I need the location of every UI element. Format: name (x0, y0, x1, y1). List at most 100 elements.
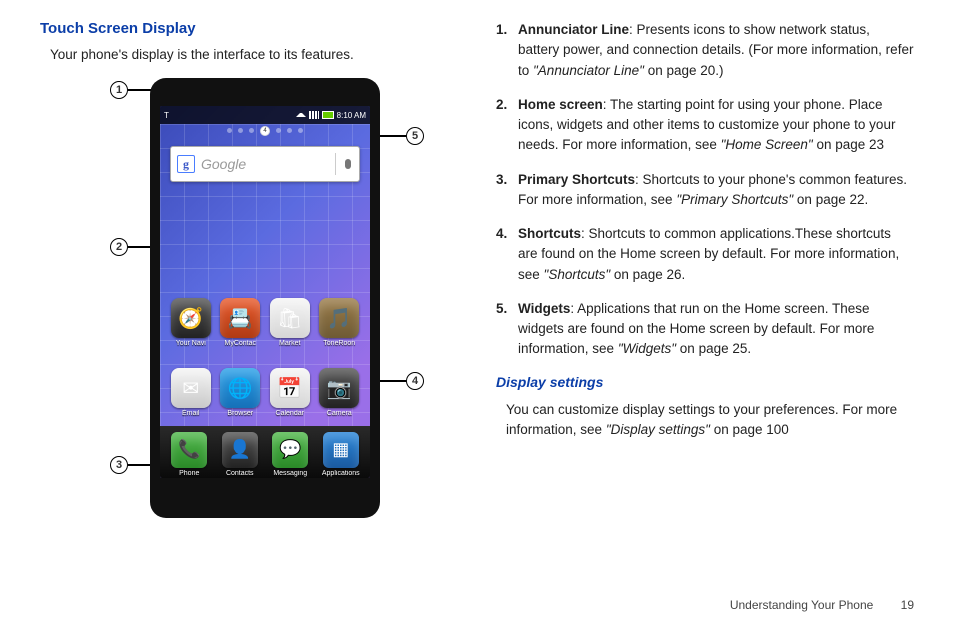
app-toneroom[interactable]: 🎵 ToneRoon (318, 298, 360, 347)
subtext-b: on page 100 (710, 422, 789, 437)
compass-icon: 🧭 (171, 298, 211, 338)
item-term: Annunciator Line (518, 22, 629, 37)
left-column: Touch Screen Display Your phone's displa… (40, 20, 460, 528)
apps-grid-icon: ▦ (323, 432, 359, 468)
item-ref: "Home Screen" (721, 137, 813, 152)
phone-frame: T 8:10 AM 4 (150, 78, 380, 518)
list-item: 5. Widgets: Applications that run on the… (496, 299, 914, 360)
market-icon: 🛍 (270, 298, 310, 338)
message-icon: 💬 (272, 432, 308, 468)
page-dot (227, 128, 232, 133)
mic-icon[interactable] (335, 153, 353, 175)
page-dot (287, 128, 292, 133)
page-dot (249, 128, 254, 133)
item-text-b: on page 20.) (644, 63, 724, 78)
app-calendar[interactable]: 📅 Calendar (269, 368, 311, 417)
wifi-icon (296, 113, 306, 117)
app-label: Market (269, 340, 311, 347)
app-mycontacts[interactable]: 📇 MyContac (219, 298, 261, 347)
item-term: Primary Shortcuts (518, 172, 635, 187)
list-item: 1. Annunciator Line: Presents icons to s… (496, 20, 914, 81)
dock-label: Messaging (269, 470, 311, 477)
app-label: Your Navi (170, 340, 212, 347)
music-note-icon: 🎵 (319, 298, 359, 338)
page-footer: Understanding Your Phone 19 (730, 598, 914, 612)
item-number: 5. (496, 299, 518, 360)
page-dot (298, 128, 303, 133)
callout-4: 4 (376, 372, 424, 390)
item-number: 1. (496, 20, 518, 81)
camera-icon: 📷 (319, 368, 359, 408)
callout-2-leader (128, 246, 152, 248)
globe-icon: 🌐 (220, 368, 260, 408)
item-text-b: on page 25. (676, 341, 751, 356)
app-label: Calendar (269, 410, 311, 417)
page-dot-current: 4 (260, 126, 270, 136)
item-text-b: on page 22. (793, 192, 868, 207)
item-term: Widgets (518, 301, 570, 316)
shortcut-row-1: 🧭 Your Navi 📇 MyContac 🛍 Market 🎵 ToneRoon (160, 298, 370, 347)
item-term: Home screen (518, 97, 603, 112)
callout-5-number: 5 (406, 127, 424, 145)
calendar-icon: 📅 (270, 368, 310, 408)
dock-applications[interactable]: ▦ Applications (320, 432, 362, 477)
phone-screen: T 8:10 AM 4 (160, 106, 370, 478)
app-yournavi[interactable]: 🧭 Your Navi (170, 298, 212, 347)
app-label: Email (170, 410, 212, 417)
item-term: Shortcuts (518, 226, 581, 241)
app-label: ToneRoon (318, 340, 360, 347)
status-carrier-icon: T (164, 111, 169, 120)
callout-2: 2 (110, 238, 152, 256)
item-text-b: on page 26. (610, 267, 685, 282)
section-heading: Touch Screen Display (40, 20, 460, 37)
search-widget[interactable]: g Google (170, 146, 360, 182)
battery-icon (322, 111, 334, 119)
callout-1: 1 (110, 81, 152, 99)
definition-list: 1. Annunciator Line: Presents icons to s… (496, 20, 914, 360)
item-number: 4. (496, 224, 518, 285)
dock-messaging[interactable]: 💬 Messaging (269, 432, 311, 477)
item-ref: "Primary Shortcuts" (676, 192, 793, 207)
footer-page-number: 19 (901, 598, 914, 612)
page-indicator: 4 (160, 128, 370, 136)
subsection-heading: Display settings (496, 374, 914, 390)
dock-phone[interactable]: 📞 Phone (168, 432, 210, 477)
list-item: 4. Shortcuts: Shortcuts to common applic… (496, 224, 914, 285)
phone-icon: 📞 (171, 432, 207, 468)
primary-shortcuts-dock: 📞 Phone 👤 Contacts 💬 Messaging ▦ Application… (160, 426, 370, 478)
callout-4-number: 4 (406, 372, 424, 390)
status-bar: T 8:10 AM (160, 106, 370, 124)
callout-4-leader (376, 380, 406, 382)
right-column: 1. Annunciator Line: Presents icons to s… (496, 20, 914, 528)
list-item: 3. Primary Shortcuts: Shortcuts to your … (496, 170, 914, 211)
list-item: 2. Home screen: The starting point for u… (496, 95, 914, 156)
item-number: 2. (496, 95, 518, 156)
dock-label: Phone (168, 470, 210, 477)
callout-1-leader (128, 89, 152, 91)
callout-3-number: 3 (110, 456, 128, 474)
search-placeholder: Google (201, 156, 329, 172)
callout-2-number: 2 (110, 238, 128, 256)
app-label: MyContac (219, 340, 261, 347)
contact-icon: 👤 (222, 432, 258, 468)
app-market[interactable]: 🛍 Market (269, 298, 311, 347)
phone-diagram: 1 2 3 5 4 T (40, 78, 460, 528)
app-browser[interactable]: 🌐Browser (219, 368, 261, 417)
item-text-b: on page 23 (813, 137, 884, 152)
app-camera[interactable]: 📷Camera (318, 368, 360, 417)
footer-section-name: Understanding Your Phone (730, 598, 873, 612)
dock-label: Contacts (219, 470, 261, 477)
google-logo-icon: g (177, 155, 195, 173)
signal-icon (309, 111, 319, 119)
subsection-text: You can customize display settings to yo… (506, 400, 914, 441)
status-time: 8:10 AM (337, 111, 366, 120)
envelope-icon: ✉ (171, 368, 211, 408)
page-dot (276, 128, 281, 133)
shortcut-row-2: ✉ Email 🌐Browser 📅 Calendar 📷Camera (160, 368, 370, 417)
app-email[interactable]: ✉ Email (170, 368, 212, 417)
item-ref: "Shortcuts" (544, 267, 611, 282)
dock-contacts[interactable]: 👤 Contacts (219, 432, 261, 477)
item-ref: "Annunciator Line" (533, 63, 644, 78)
contacts-card-icon: 📇 (220, 298, 260, 338)
dock-label: Applications (320, 470, 362, 477)
